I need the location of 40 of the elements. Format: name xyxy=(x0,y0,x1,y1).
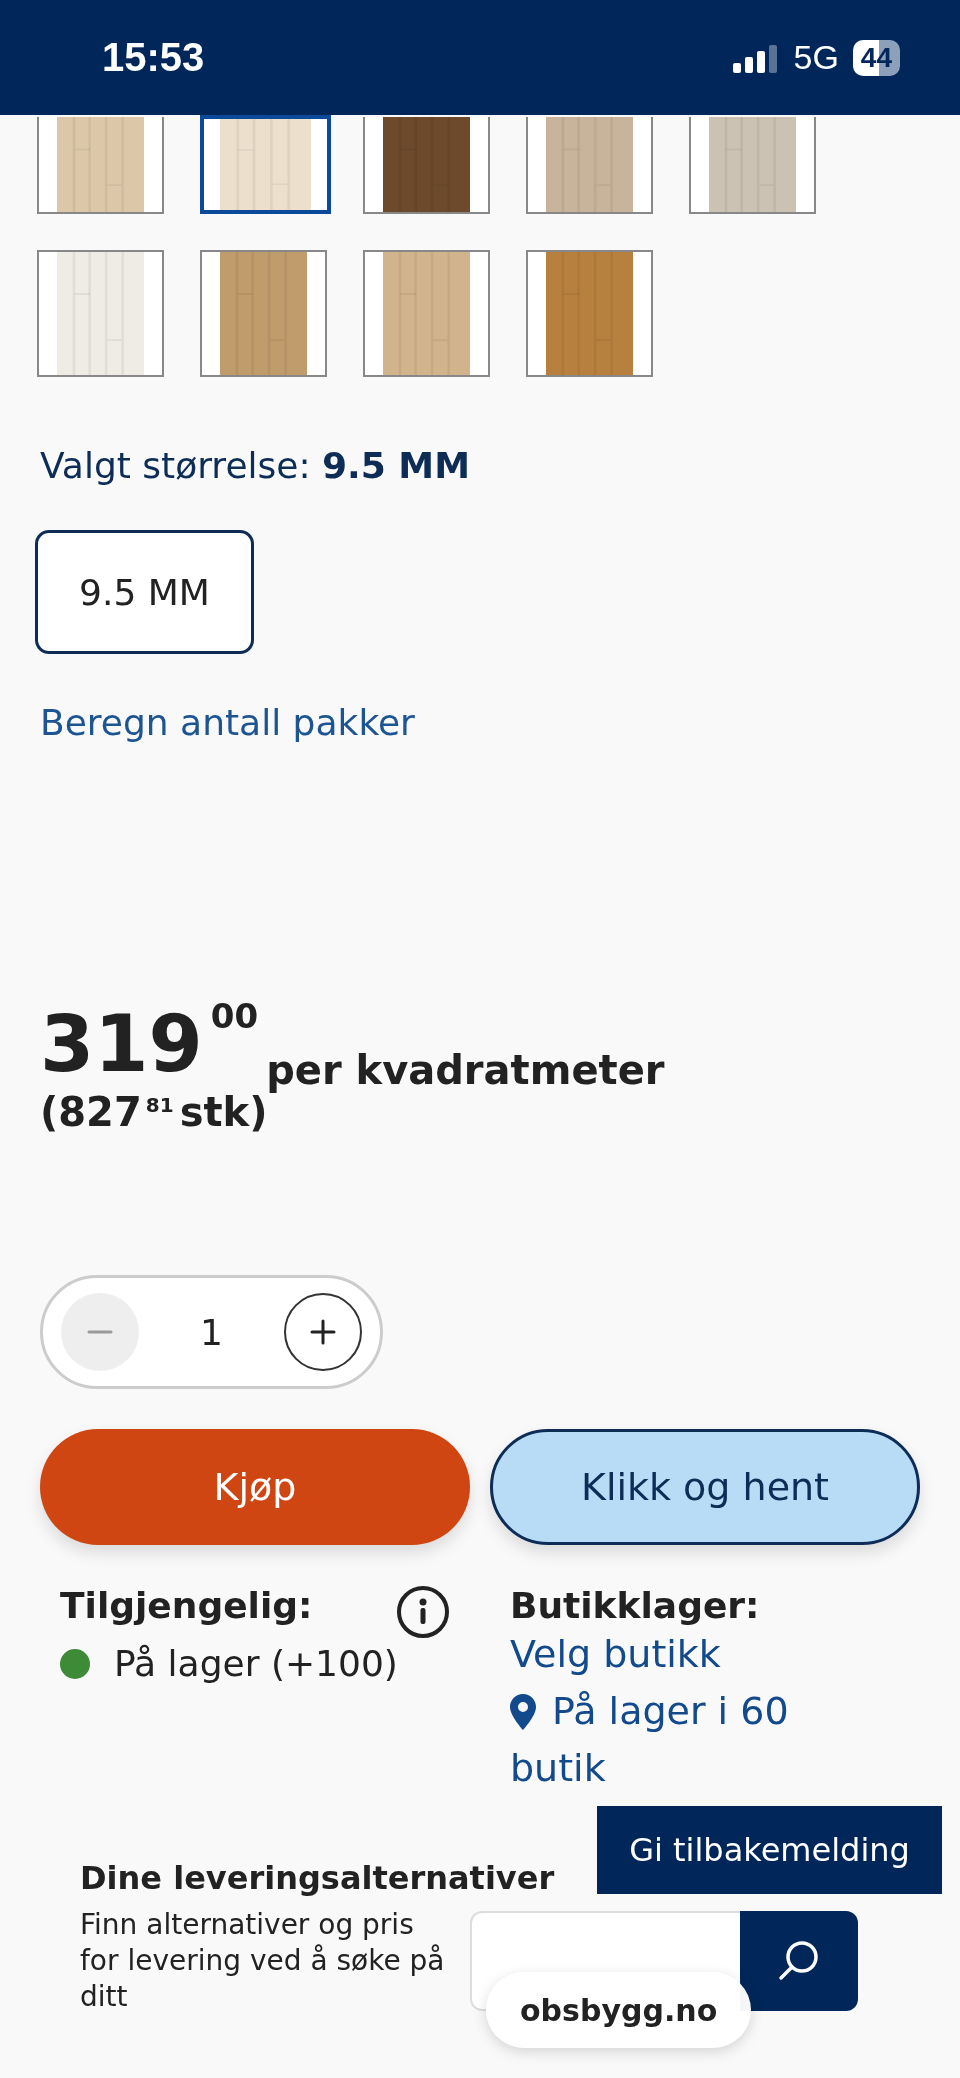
package-price: (827 xyxy=(40,1089,142,1135)
location-pin-icon xyxy=(510,1693,536,1730)
price-cents: 00 xyxy=(210,999,259,1033)
color-swatch[interactable] xyxy=(526,250,653,377)
price-unit: per kvadratmeter xyxy=(266,1047,665,1093)
click-collect-button[interactable]: Klikk og hent xyxy=(490,1429,920,1545)
package-unit: stk) xyxy=(179,1089,268,1135)
buy-button[interactable]: Kjøp xyxy=(40,1429,470,1545)
browser-url-toast[interactable]: obsbygg.no xyxy=(486,1972,752,2048)
calculate-link[interactable]: Beregn antall pakker xyxy=(40,702,960,743)
color-swatch[interactable] xyxy=(37,250,164,377)
color-swatch[interactable] xyxy=(37,117,164,214)
color-swatch[interactable] xyxy=(689,117,816,214)
signal-icon xyxy=(733,42,780,73)
info-icon[interactable] xyxy=(396,1585,450,1639)
stock-status: På lager (+100) xyxy=(114,1643,398,1684)
delivery-text: Finn alternativer og pris for levering ved å søke på ditt xyxy=(80,1907,446,2015)
plus-icon xyxy=(308,1317,338,1347)
delivery-title: Dine leveringsalternativer xyxy=(79,1859,556,1897)
store-stock-title: Butikklager: xyxy=(510,1585,760,1626)
selected-size-label: Valgt størrelse: 9.5 MM xyxy=(40,445,471,486)
clock-time: 15:53 xyxy=(102,35,205,80)
network-label: 5G xyxy=(793,38,839,77)
color-swatch[interactable] xyxy=(363,117,490,214)
price-amount: 319 xyxy=(40,1005,203,1083)
quantity-value: 1 xyxy=(200,1311,223,1353)
availability-title: Tilgjengelig: xyxy=(60,1585,313,1626)
color-swatch[interactable] xyxy=(363,250,490,377)
color-swatch[interactable] xyxy=(200,250,327,377)
feedback-button[interactable]: Gi tilbakemelding xyxy=(597,1806,942,1894)
choose-store-link[interactable]: Velg butikk xyxy=(510,1626,721,1683)
size-option[interactable]: 9.5 MM xyxy=(35,530,254,654)
package-price-cents: 81 xyxy=(145,1093,174,1117)
color-swatch[interactable] xyxy=(526,117,653,214)
store-stock-link[interactable]: På lager i 60 xyxy=(552,1683,789,1740)
store-stock-link-tail[interactable]: butik xyxy=(510,1740,606,1797)
search-button[interactable] xyxy=(740,1911,858,2011)
battery-level: 44 xyxy=(852,39,900,76)
color-swatch[interactable] xyxy=(200,115,331,214)
minus-icon xyxy=(87,1330,113,1334)
